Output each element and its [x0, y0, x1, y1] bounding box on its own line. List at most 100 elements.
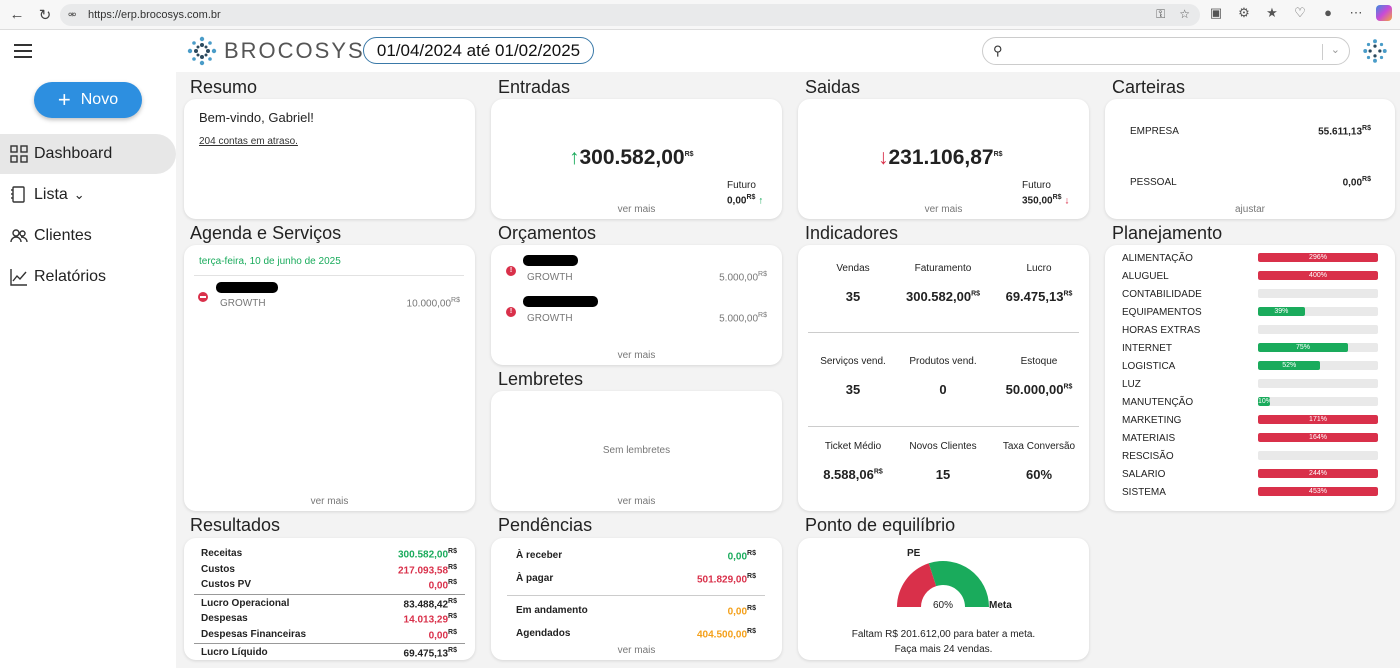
- indicator-value: 69.475,13R$: [1005, 289, 1073, 304]
- plan-progress-bar: 171%: [1258, 415, 1378, 424]
- chevron-down-icon[interactable]: ⌄: [1331, 43, 1340, 56]
- result-label: Custos PV: [201, 579, 252, 590]
- plan-category-label: SALARIO: [1122, 469, 1166, 480]
- sidebar-item-label: Dashboard: [34, 145, 113, 162]
- plan-progress-fill: 164%: [1258, 433, 1378, 442]
- wallet-value: 55.611,13R$: [1318, 125, 1371, 138]
- saidas-card[interactable]: ↓231.106,87R$ Futuro 350,00R$ ↓ ver mais: [798, 99, 1089, 219]
- saidas-ver-mais[interactable]: ver mais: [798, 204, 1089, 215]
- plan-progress-bar: 244%: [1258, 469, 1378, 478]
- chevron-down-icon: ⌄: [73, 187, 85, 202]
- star-icon[interactable]: ☆: [1179, 7, 1190, 22]
- resultados-title: Resultados: [190, 515, 281, 535]
- copilot-icon[interactable]: [1376, 5, 1392, 21]
- arrow-up-icon: ↑: [569, 146, 580, 169]
- plan-progress-bar: 400%: [1258, 271, 1378, 280]
- indicator-label: Lucro: [1026, 263, 1052, 274]
- site-info-icon[interactable]: ⚮: [68, 10, 82, 21]
- entradas-total: ↑300.582,00R$: [569, 146, 694, 169]
- indicator-value: 300.582,00R$: [905, 289, 981, 304]
- plan-progress-bar: [1258, 379, 1378, 388]
- carteiras-ajustar[interactable]: ajustar: [1105, 204, 1395, 215]
- carteiras-title: Carteiras: [1112, 77, 1186, 97]
- carteiras-card: EMPRESA 55.611,13R$ PESSOAL 0,00R$ ajust…: [1105, 99, 1395, 219]
- document-icon: [10, 186, 30, 204]
- indicator-value: 35: [845, 289, 861, 304]
- wallet-value: 0,00R$: [1342, 176, 1371, 189]
- pending-label: Em andamento: [516, 605, 588, 616]
- pendencias-card: À receber 0,00R$ À pagar 501.829,00R$ Em and…: [491, 538, 782, 660]
- favorites-icon[interactable]: ★: [1264, 5, 1280, 21]
- sidebar-item-dashboard[interactable]: Dashboard: [0, 134, 176, 174]
- resumo-card: Bem-vindo, Gabriel! 204 contas em atraso…: [184, 99, 475, 219]
- overdue-link[interactable]: 204 contas em atraso.: [199, 136, 298, 147]
- indicator-label: Estoque: [1020, 356, 1058, 367]
- indicator-label: Vendas: [836, 263, 870, 274]
- more-icon[interactable]: ⋯: [1348, 5, 1364, 21]
- reload-icon[interactable]: ↻: [34, 4, 56, 26]
- entradas-ver-mais[interactable]: ver mais: [491, 204, 782, 215]
- planejamento-card: ALIMENTAÇÃO 296% ALUGUEL 400% CONTABILIDADE E…: [1105, 245, 1395, 511]
- logo-mark-icon: [187, 36, 217, 66]
- sidebar-item-lista[interactable]: Lista ⌄: [0, 175, 176, 215]
- heart-icon[interactable]: ♡: [1292, 5, 1308, 21]
- lembretes-title: Lembretes: [498, 369, 584, 389]
- plan-progress-fill: 296%: [1258, 253, 1378, 262]
- alert-icon: !: [506, 266, 516, 276]
- orcamento-category: GROWTH: [527, 272, 573, 283]
- plan-category-label: ALIMENTAÇÃO: [1122, 253, 1193, 264]
- orcamento-category: GROWTH: [527, 313, 573, 324]
- saidas-total: ↓231.106,87R$: [878, 146, 1003, 169]
- planejamento-title: Planejamento: [1112, 223, 1223, 243]
- plan-progress-bar: [1258, 451, 1378, 460]
- company-avatar-icon[interactable]: [1362, 38, 1388, 64]
- result-value: 14.013,29R$: [403, 613, 457, 626]
- orcamentos-title: Orçamentos: [498, 223, 597, 243]
- brand-logo[interactable]: BROCOSYS: [186, 35, 365, 67]
- key-icon[interactable]: ⚿: [1156, 7, 1165, 22]
- date-range-picker[interactable]: 01/04/2024 até 01/02/2025: [363, 37, 594, 64]
- result-value: 300.582,00R$: [397, 548, 457, 561]
- extension-icon[interactable]: ▣: [1208, 5, 1224, 21]
- sidebar-item-label: Clientes: [34, 227, 92, 244]
- redacted-name: [523, 296, 598, 307]
- indicadores-card: Vendas 35 Faturamento 300.582,00R$ Lucro 69.4…: [798, 245, 1089, 511]
- entradas-futuro-label: Futuro: [727, 180, 756, 191]
- logo-text: BROCOSYS: [224, 38, 365, 63]
- sidebar-item-relatorios[interactable]: Relatórios: [0, 257, 176, 297]
- entradas-card[interactable]: ↑300.582,00R$ Futuro 0,00R$ ↑ ver mais: [491, 99, 782, 219]
- sidebar-item-clientes[interactable]: Clientes: [0, 216, 176, 256]
- plan-category-label: HORAS EXTRAS: [1122, 325, 1201, 336]
- back-icon[interactable]: ←: [6, 4, 28, 26]
- resumo-title: Resumo: [190, 77, 258, 97]
- menu-icon[interactable]: [14, 44, 32, 58]
- pending-value: 0,00R$: [727, 550, 756, 563]
- plan-category-label: RESCISÃO: [1122, 451, 1174, 462]
- puzzle-icon[interactable]: ⚙: [1236, 5, 1252, 21]
- plan-category-label: MATERIAIS: [1122, 433, 1176, 444]
- profile-icon[interactable]: ●: [1320, 5, 1336, 21]
- saidas-title: Saidas: [805, 77, 861, 97]
- overdue-status-icon: [198, 292, 208, 302]
- pending-value: 501.829,00R$: [696, 573, 756, 586]
- plan-category-label: SISTEMA: [1122, 487, 1166, 498]
- search-input[interactable]: ⚲ ⌄: [982, 37, 1350, 65]
- orcamentos-card: ! GROWTH 5.000,00R$ ! GROWTH 5.000,00R$ …: [491, 245, 782, 365]
- wallet-name: EMPRESA: [1130, 126, 1179, 137]
- address-bar[interactable]: ⚮ https://erp.brocosys.com.br ⚿ ☆: [60, 4, 1200, 26]
- result-label: Custos: [201, 564, 235, 575]
- orcamentos-ver-mais[interactable]: ver mais: [491, 350, 782, 361]
- indicator-value: 35: [845, 382, 861, 397]
- pending-label: Agendados: [516, 628, 571, 639]
- lembretes-ver-mais[interactable]: ver mais: [491, 496, 782, 507]
- indicator-value: 60%: [1025, 467, 1053, 482]
- agenda-ver-mais[interactable]: ver mais: [184, 496, 475, 507]
- result-value: 83.488,42R$: [403, 598, 457, 611]
- equilibrio-message-sales: Faça mais 24 vendas.: [894, 644, 993, 655]
- pendencias-ver-mais[interactable]: ver mais: [491, 645, 782, 656]
- new-button[interactable]: + Novo: [34, 82, 142, 118]
- arrow-down-icon: ↓: [878, 146, 889, 169]
- plan-category-label: INTERNET: [1122, 343, 1172, 354]
- plan-progress-fill: 453%: [1258, 487, 1378, 496]
- result-label: Receitas: [201, 548, 243, 559]
